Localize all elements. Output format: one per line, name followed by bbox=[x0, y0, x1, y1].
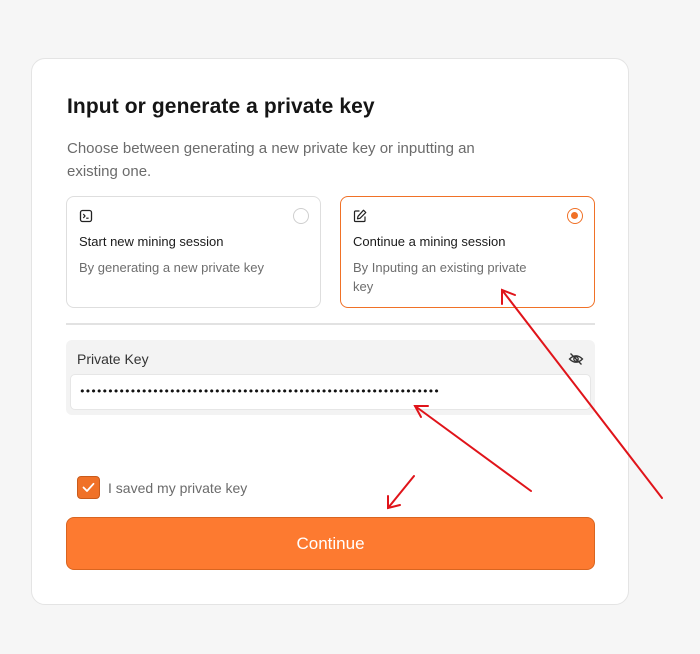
divider bbox=[66, 323, 595, 325]
card-title: Input or generate a private key bbox=[67, 95, 375, 118]
option-description: By Inputing an existing private key bbox=[353, 260, 527, 294]
private-key-label: Private Key bbox=[77, 351, 149, 367]
option-radio[interactable] bbox=[567, 208, 583, 224]
edit-icon bbox=[353, 209, 367, 223]
option-continue-session[interactable]: Continue a mining session By Inputing an… bbox=[340, 196, 595, 308]
option-radio[interactable] bbox=[293, 208, 309, 224]
private-key-input[interactable]: ••••••••••••••••••••••••••••••••••••••••… bbox=[70, 374, 591, 410]
option-start-new-session[interactable]: Start new mining session By generating a… bbox=[66, 196, 321, 308]
option-title: Continue a mining session bbox=[353, 234, 506, 249]
terminal-icon bbox=[79, 209, 93, 223]
saved-key-label: I saved my private key bbox=[108, 480, 248, 496]
private-key-field: Private Key ••••••••••••••••••••••••••••… bbox=[66, 340, 595, 415]
option-description: By generating a new private key bbox=[79, 260, 264, 275]
check-icon bbox=[82, 482, 95, 492]
eye-off-icon[interactable] bbox=[568, 351, 584, 367]
option-title: Start new mining session bbox=[79, 234, 224, 249]
continue-button[interactable]: Continue bbox=[66, 517, 595, 570]
card-subtitle: Choose between generating a new private … bbox=[67, 140, 475, 180]
saved-key-checkbox[interactable] bbox=[77, 476, 100, 499]
private-key-card: Input or generate a private key Choose b… bbox=[31, 58, 629, 605]
